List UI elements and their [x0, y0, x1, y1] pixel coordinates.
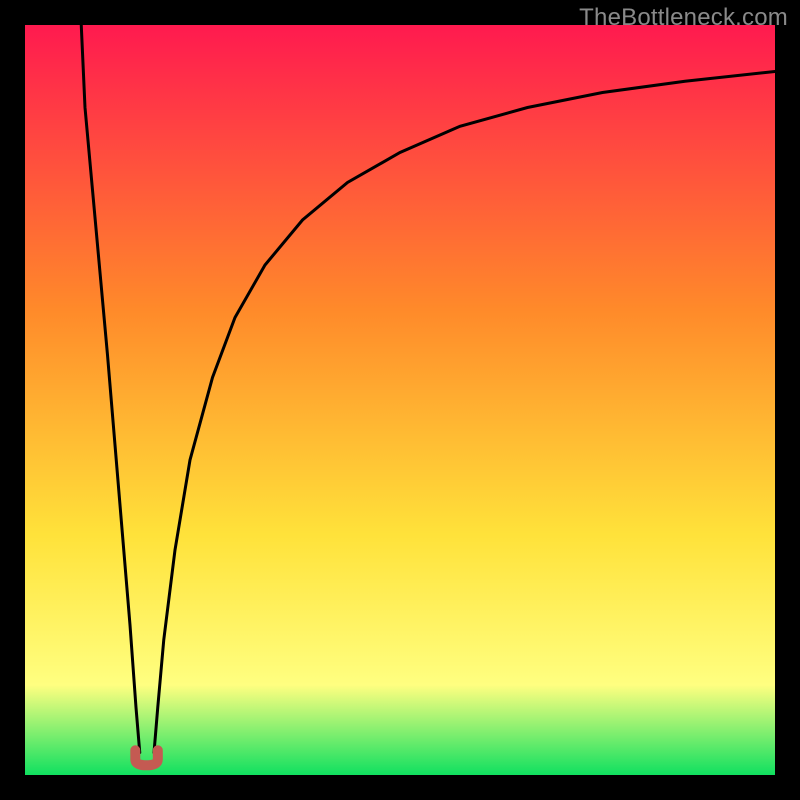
- bottleneck-curve: [25, 25, 775, 775]
- chart-frame: TheBottleneck.com: [0, 0, 800, 800]
- watermark-text: TheBottleneck.com: [579, 4, 788, 32]
- curve-right-branch: [154, 72, 775, 753]
- plot-area: [25, 25, 775, 775]
- minimum-marker: [135, 750, 158, 765]
- curve-left-branch: [81, 25, 140, 753]
